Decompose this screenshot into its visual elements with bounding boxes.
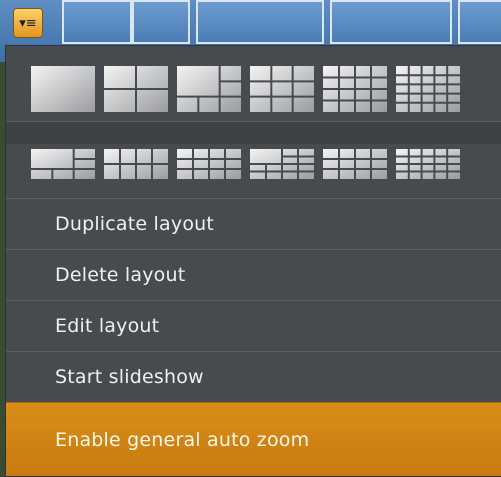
camera-tile [196, 0, 324, 44]
layout-1+3-wide-icon[interactable] [31, 149, 95, 179]
layout-5x4-wide-icon[interactable] [396, 149, 460, 179]
menu-item-label: Enable general auto zoom [55, 429, 310, 451]
layout-1x1-icon[interactable] [31, 65, 95, 112]
layout-1+5-icon[interactable] [177, 65, 241, 112]
edit-layout-item[interactable]: Edit layout [6, 300, 501, 351]
layout-4x2-wide-icon[interactable] [104, 149, 168, 179]
layout-1+8-wide-icon[interactable] [250, 149, 314, 179]
layout-grid-separator [6, 122, 501, 144]
camera-tile [458, 0, 501, 44]
layout-5x5-icon[interactable] [396, 65, 460, 112]
layout-mixed-wide-icon[interactable] [177, 149, 241, 179]
layout-3x3-icon[interactable] [250, 65, 314, 112]
duplicate-layout-item[interactable]: Duplicate layout [6, 198, 501, 249]
layout-grid-row [6, 144, 501, 184]
menu-list-icon: ▾≡ [19, 15, 37, 31]
menu-toggle-button[interactable]: ▾≡ [13, 8, 43, 38]
camera-tile [132, 0, 190, 44]
layout-4x3-wide-icon[interactable] [323, 149, 387, 179]
layout-4x4-icon[interactable] [323, 65, 387, 112]
menu-item-label: Start slideshow [55, 366, 204, 388]
camera-tile [62, 0, 132, 44]
delete-layout-item[interactable]: Delete layout [6, 249, 501, 300]
layout-menu: Duplicate layout Delete layout Edit layo… [6, 46, 501, 476]
start-slideshow-item[interactable]: Start slideshow [6, 351, 501, 402]
layout-2x2-icon[interactable] [104, 65, 168, 112]
menu-item-label: Delete layout [55, 264, 186, 286]
camera-tile [330, 0, 452, 44]
menu-item-label: Edit layout [55, 315, 160, 337]
layout-grid-row [6, 56, 501, 122]
enable-auto-zoom-item[interactable]: Enable general auto zoom [6, 402, 501, 476]
menu-item-label: Duplicate layout [55, 213, 215, 235]
